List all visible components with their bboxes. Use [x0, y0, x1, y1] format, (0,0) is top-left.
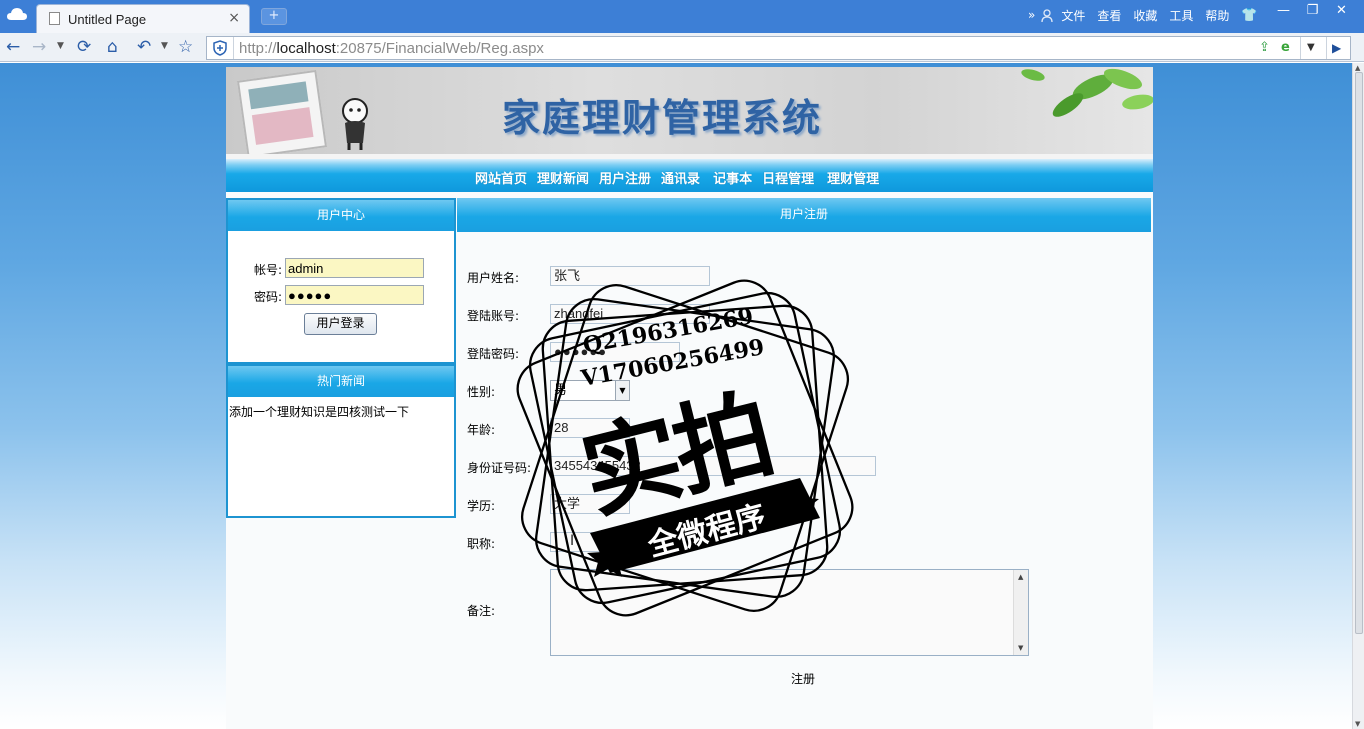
user-icon[interactable] [1041, 8, 1053, 22]
field-label-title: 职称: [467, 537, 496, 551]
register-password-input[interactable]: ●●●●●● [550, 342, 680, 362]
nav-finance-news[interactable]: 理财新闻 [537, 168, 589, 187]
field-label-id-number: 身份证号码: [467, 461, 532, 475]
account-label: 帐号: [254, 263, 283, 277]
hot-news-header: 热门新闻 [228, 366, 454, 397]
forward-dropdown-icon[interactable]: ▼ [57, 41, 64, 51]
shield-icon [213, 40, 227, 56]
field-label-gender: 性别: [467, 385, 496, 399]
refresh-icon[interactable]: ⟳ [77, 37, 91, 57]
calculator-illustration [236, 69, 328, 159]
nav-schedule[interactable]: 日程管理 [762, 168, 814, 187]
skin-icon[interactable]: 👕 [1241, 8, 1257, 23]
menu-favorites[interactable]: 收藏 [1133, 7, 1157, 24]
account-name-input[interactable]: zhangfei [550, 304, 710, 324]
go-icon[interactable]: ▶ [1332, 40, 1341, 56]
browser-toolbar: ← → ▼ ⟳ ⌂ ↶ ▼ ☆ http://localhost:20875/F… [0, 33, 1364, 62]
address-url[interactable]: http://localhost:20875/FinancialWeb/Reg.… [239, 40, 544, 57]
field-label-age: 年龄: [467, 423, 496, 437]
share-icon[interactable]: ⇪ [1259, 40, 1270, 56]
nav-notepad[interactable]: 记事本 [713, 168, 752, 187]
hot-news-panel: 热门新闻 添加一个理财知识是四核测试一下 [226, 364, 456, 518]
menu-help[interactable]: 帮助 [1205, 7, 1229, 24]
address-separator [233, 37, 234, 59]
page-scrollbar[interactable]: ▲ ▼ [1352, 63, 1364, 729]
scroll-down-icon[interactable]: ▼ [1355, 720, 1360, 728]
site-banner: 家庭理财管理系统 [226, 67, 1153, 159]
address-divider [1300, 37, 1301, 59]
field-label-name: 用户姓名: [467, 271, 520, 285]
restore-icon[interactable]: ❐ [1298, 2, 1327, 20]
address-bar[interactable]: http://localhost:20875/FinancialWeb/Reg.… [206, 36, 1351, 60]
scroll-up-icon[interactable]: ▲ [1355, 64, 1360, 72]
ie-compat-icon[interactable]: e [1281, 40, 1290, 56]
password-input[interactable] [285, 285, 424, 305]
home-icon[interactable]: ⌂ [107, 37, 118, 57]
account-input[interactable] [285, 258, 424, 278]
login-button[interactable]: 用户登录 [304, 313, 377, 335]
id-number-input[interactable]: 345543455432 [550, 456, 876, 476]
undo-dropdown-icon[interactable]: ▼ [161, 41, 168, 51]
menu-tools[interactable]: 工具 [1169, 7, 1193, 24]
favorite-star-icon[interactable]: ☆ [178, 37, 193, 57]
menu-file[interactable]: 文件 [1061, 7, 1085, 24]
forward-icon[interactable]: → [32, 37, 46, 57]
nav-register[interactable]: 用户注册 [599, 168, 651, 187]
password-label: 密码: [254, 290, 283, 304]
user-center-header: 用户中心 [228, 200, 454, 231]
page-viewport: 家庭理财管理系统 网站首页 理财新闻 用户注册 通讯录 记事本 日程管理 理财管… [0, 63, 1352, 729]
text-cursor-icon: I [570, 533, 575, 549]
register-header: 用户注册 [457, 198, 1151, 232]
register-panel: 用户注册 用户姓名: 张飞 登陆账号: zhangfei 登陆密码: ●●●●●… [457, 198, 1153, 729]
page-icon [49, 12, 60, 25]
field-label-account: 登陆账号: [467, 309, 520, 323]
education-input[interactable]: 大学 [550, 494, 630, 514]
new-tab-button[interactable]: + [261, 8, 287, 25]
news-item[interactable]: 添加一个理财知识是四核测试一下 [229, 403, 409, 420]
browser-titlebar: Untitled Page × + » 文件 查看 收藏 工具 帮助 👕 — ❐… [0, 0, 1364, 33]
age-input[interactable]: 28 [550, 418, 630, 438]
chevron-down-icon[interactable]: ▼ [615, 381, 629, 400]
site-container: 家庭理财管理系统 网站首页 理财新闻 用户注册 通讯录 记事本 日程管理 理财管… [226, 67, 1153, 729]
nav-contacts[interactable]: 通讯录 [661, 168, 700, 187]
field-label-remark: 备注: [467, 604, 496, 618]
gender-value: 男 [554, 383, 568, 398]
user-center-panel: 用户中心 帐号: 密码: 用户登录 [226, 198, 456, 364]
scrollbar-thumb[interactable] [1355, 72, 1363, 634]
window-controls: — ❐ ✕ [1269, 2, 1356, 20]
menu-overflow-icon[interactable]: » [1028, 8, 1035, 22]
minimize-icon[interactable]: — [1269, 2, 1298, 20]
close-window-icon[interactable]: ✕ [1327, 2, 1356, 20]
back-icon[interactable]: ← [6, 37, 20, 57]
name-input[interactable]: 张飞 [550, 266, 710, 286]
cloud-logo-icon [7, 8, 27, 20]
remark-textarea[interactable]: ▲ ▼ [550, 569, 1029, 656]
nav-home[interactable]: 网站首页 [475, 168, 527, 187]
undo-icon[interactable]: ↶ [137, 37, 151, 57]
browser-menu: » 文件 查看 收藏 工具 帮助 👕 [1028, 6, 1278, 24]
gender-select[interactable]: 男 ▼ [550, 380, 630, 401]
site-title: 家庭理财管理系统 [502, 95, 823, 140]
scroll-down-icon[interactable]: ▼ [1018, 644, 1023, 652]
browser-tab[interactable]: Untitled Page × [36, 4, 250, 33]
textarea-scrollbar[interactable]: ▲ ▼ [1013, 570, 1028, 655]
menu-view[interactable]: 查看 [1097, 7, 1121, 24]
title-input[interactable] [550, 532, 630, 552]
site-nav: 网站首页 理财新闻 用户注册 通讯录 记事本 日程管理 理财管理 [226, 159, 1153, 192]
close-tab-icon[interactable]: × [228, 10, 240, 26]
register-submit-button[interactable]: 注册 [791, 670, 815, 687]
scroll-up-icon[interactable]: ▲ [1018, 573, 1023, 581]
field-label-education: 学历: [467, 499, 496, 513]
figure-illustration [342, 98, 368, 150]
leaves-decoration [1021, 68, 1153, 117]
nav-finance-manage[interactable]: 理财管理 [827, 168, 879, 187]
address-divider [1326, 37, 1327, 59]
field-label-password: 登陆密码: [467, 347, 520, 361]
address-dropdown-icon[interactable]: ▼ [1307, 40, 1315, 56]
tab-title: Untitled Page [68, 12, 147, 27]
